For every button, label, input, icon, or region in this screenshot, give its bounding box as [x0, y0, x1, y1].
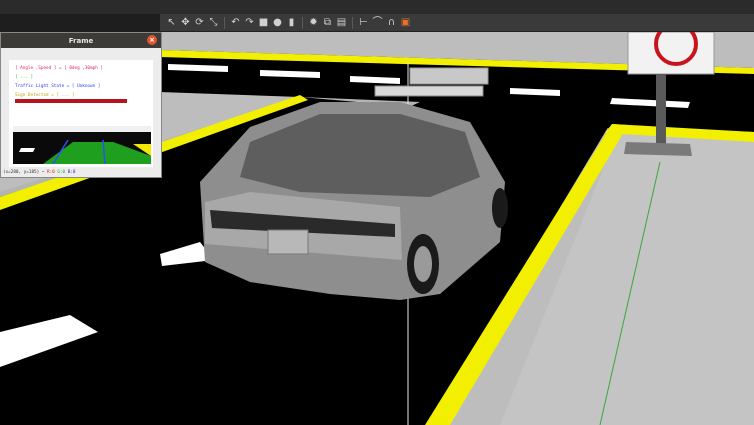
scale-icon[interactable]: ⤡ [208, 17, 219, 28]
window-top-bar [0, 0, 754, 14]
pixel-status-readout: (x=280, y=185) ~ R:0 G:0 B:0 [3, 170, 75, 175]
redo-icon[interactable]: ↷ [244, 17, 255, 28]
sign-base [624, 142, 692, 156]
toolbar-separator [352, 16, 353, 29]
camera-preview [13, 126, 151, 164]
toolbar-separator [224, 16, 225, 29]
screenshot-icon[interactable]: ▣ [400, 17, 411, 28]
magnet-icon[interactable]: ∩ [386, 17, 397, 28]
align-icon[interactable]: ⊢ [358, 17, 369, 28]
cursor-icon[interactable]: ↖ [166, 17, 177, 28]
cursor-coords: (x=280, y=185) ~ [3, 170, 47, 175]
sign-pole [656, 74, 666, 144]
simulation-viewport[interactable]: Frame × [ Angle ,Speed ] = [ 0deg ,30mph… [0, 32, 754, 425]
lanes-readout: [ ... ] [15, 75, 34, 80]
frame-image: [ Angle ,Speed ] = [ 0deg ,30mph ] [ ...… [9, 60, 153, 167]
frame-window[interactable]: Frame × [ Angle ,Speed ] = [ 0deg ,30mph… [0, 32, 162, 178]
sphere-icon[interactable]: ● [272, 17, 283, 28]
copy-icon[interactable]: ⧉ [322, 17, 333, 28]
frame-window-titlebar[interactable]: Frame × [1, 33, 161, 48]
undo-icon[interactable]: ↶ [230, 17, 241, 28]
paste-icon[interactable]: ▤ [336, 17, 347, 28]
blue-value: B:0 [67, 170, 76, 175]
light-icon[interactable]: ✹ [308, 17, 319, 28]
cylinder-icon[interactable]: ▮ [286, 17, 297, 28]
close-icon[interactable]: × [147, 35, 157, 45]
traffic-light-readout: Traffic Light State = [ Unknown ] [15, 84, 101, 89]
move-icon[interactable]: ✥ [180, 17, 191, 28]
simulator-toolbar: ↖ ✥ ⟳ ⤡ ↶ ↷ ■ ● ▮ ✹ ⧉ ▤ ⊢ ⌒ ∩ ▣ [160, 14, 754, 32]
scene-render: Frame × [ Angle ,Speed ] = [ 0deg ,30mph… [0, 32, 754, 425]
sign-readout: Sign Detected = [ ... ] [15, 93, 75, 98]
snap-icon[interactable]: ⌒ [372, 17, 383, 28]
angle-speed-readout: [ Angle ,Speed ] = [ 0deg ,30mph ] [15, 66, 103, 71]
box-icon[interactable]: ■ [258, 17, 269, 28]
traffic-sign-board [627, 32, 715, 75]
rotate-icon[interactable]: ⟳ [194, 17, 205, 28]
green-value: G:0 [57, 170, 66, 175]
alert-bar [15, 99, 127, 103]
red-value: R:0 [46, 170, 55, 175]
toolbar-separator [302, 16, 303, 29]
frame-window-title: Frame [68, 36, 94, 45]
